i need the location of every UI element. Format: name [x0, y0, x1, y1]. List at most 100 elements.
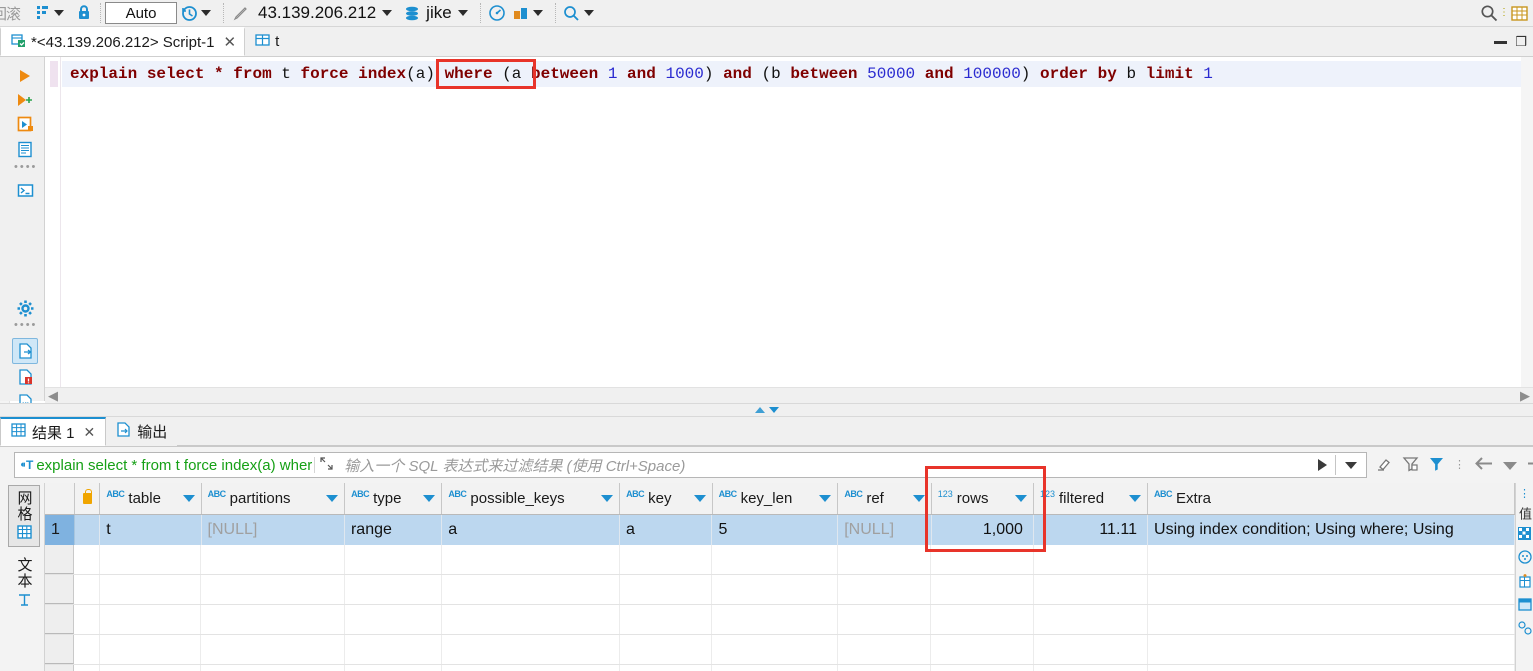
grid-header-type[interactable]: ABC type	[345, 483, 443, 514]
error-log-icon[interactable]	[12, 364, 38, 390]
grid-header-ref[interactable]: ABC ref	[838, 483, 932, 514]
results-grid[interactable]: ABC table ABC partitions ABC type ABC possible_…	[45, 483, 1515, 671]
chevron-down-icon[interactable]	[532, 10, 543, 16]
editor-tab-script-1[interactable]: *<43.139.206.212> Script-1 ✕	[0, 27, 246, 56]
chevron-down-icon[interactable]	[457, 10, 468, 16]
rollback-button[interactable]: 回滚	[0, 0, 30, 27]
grid-icon[interactable]	[1509, 2, 1529, 24]
cell-key_len[interactable]: 5	[712, 515, 839, 545]
dashboard-button[interactable]	[485, 0, 509, 27]
connection-selector[interactable]: 43.139.206.212	[252, 0, 400, 27]
chevron-down-icon[interactable]	[912, 495, 925, 502]
presentation-grid-button[interactable]: 网格	[8, 485, 40, 547]
scroll-left-icon[interactable]: ◀	[48, 388, 58, 404]
table-row[interactable]: 1 t [NULL] range a a 5 [NULL] 1,000 11.11 Using in…	[45, 515, 1515, 545]
lock-button[interactable]	[72, 0, 96, 27]
chevron-down-icon[interactable]	[1014, 495, 1027, 502]
terminal-icon[interactable]	[12, 177, 38, 203]
schema-selector[interactable]: jike	[400, 0, 476, 27]
chevron-down-icon[interactable]	[819, 495, 832, 502]
grid-header-table[interactable]: ABC table	[100, 483, 202, 514]
panel-icon[interactable]	[1517, 598, 1532, 614]
search-icon[interactable]	[1479, 2, 1499, 24]
grid-add-icon[interactable]	[1518, 574, 1532, 591]
grid-header-lock[interactable]	[75, 483, 101, 514]
row-number[interactable]: 1	[45, 515, 75, 545]
minimize-icon[interactable]	[1494, 40, 1508, 44]
transaction-mode-button[interactable]	[30, 0, 72, 27]
grid-header-Extra[interactable]: ABC Extra	[1148, 483, 1515, 514]
close-icon[interactable]: ✕	[223, 33, 236, 51]
chevron-down-icon[interactable]	[1128, 495, 1141, 502]
cell-ref[interactable]: [NULL]	[838, 515, 932, 545]
explain-plan-icon[interactable]	[12, 136, 38, 162]
back-icon[interactable]	[1474, 456, 1494, 474]
expand-icon[interactable]	[314, 457, 338, 473]
compare-button[interactable]	[509, 0, 551, 27]
commit-mode-combo[interactable]: Auto	[105, 2, 177, 24]
collapse-down-icon[interactable]	[768, 407, 779, 413]
forward-icon[interactable]	[1526, 456, 1533, 474]
filter-settings-icon[interactable]	[1428, 455, 1445, 475]
sql-editor[interactable]: explain select * from t force index(a) w…	[45, 57, 1533, 387]
commit-mode-value: Auto	[125, 4, 157, 22]
grid-header-filtered[interactable]: 123 filtered	[1034, 483, 1148, 514]
cell-rows[interactable]: 1,000	[932, 515, 1034, 545]
chevron-down-icon[interactable]	[1345, 461, 1357, 469]
settings-icon[interactable]	[12, 295, 38, 321]
settings-icon[interactable]	[1517, 621, 1532, 638]
cell-filtered[interactable]: 11.11	[1034, 515, 1149, 545]
close-icon[interactable]: ✕	[84, 424, 96, 441]
cell-table[interactable]: t	[100, 515, 202, 545]
calc-icon[interactable]	[1518, 527, 1531, 543]
cell-possible_keys[interactable]: a	[442, 515, 621, 545]
grid-header-rows[interactable]: 123 rows	[932, 483, 1034, 514]
execute-new-tab-icon[interactable]	[12, 111, 38, 137]
maximize-icon[interactable]: ❒	[1515, 34, 1527, 50]
toolbar-overflow-dots[interactable]: ⋮	[1499, 8, 1509, 18]
chevron-down-icon[interactable]	[54, 10, 64, 16]
empty-cell	[1034, 605, 1148, 634]
chevron-down-icon[interactable]	[583, 10, 594, 16]
apply-filter-icon[interactable]	[1318, 459, 1327, 471]
editor-tab-t[interactable]: t	[245, 27, 287, 56]
grid-header-partitions[interactable]: ABC partitions	[202, 483, 346, 514]
clear-filter-icon[interactable]	[1376, 455, 1393, 475]
panel-toggle-icon[interactable]: ⋮	[1519, 487, 1530, 500]
back-dropdown-icon[interactable]	[1503, 458, 1517, 473]
save-filter-icon[interactable]	[1402, 455, 1419, 475]
search-button[interactable]	[560, 0, 602, 27]
chevron-down-icon[interactable]	[601, 495, 614, 502]
export-data-icon[interactable]	[12, 338, 38, 364]
edit-connection-button[interactable]	[228, 0, 252, 27]
chart-icon[interactable]	[1517, 550, 1532, 567]
sql-code-line[interactable]: explain select * from t force index(a) w…	[62, 61, 1533, 87]
grid-header-key_len[interactable]: ABC key_len	[713, 483, 839, 514]
chevron-down-icon[interactable]	[182, 495, 195, 502]
transaction-log-button[interactable]	[177, 0, 219, 27]
execute-statement-icon[interactable]	[12, 63, 38, 89]
chevron-down-icon[interactable]	[423, 495, 436, 502]
cell-Extra[interactable]: Using index condition; Using where; Usin…	[1148, 515, 1515, 545]
chevron-down-icon[interactable]	[382, 10, 393, 16]
presentation-text-button[interactable]: 文本	[8, 557, 40, 610]
grid-header-possible_keys[interactable]: ABC possible_keys	[442, 483, 621, 514]
chevron-down-icon[interactable]	[201, 10, 211, 16]
result-tab-grid[interactable]: 结果 1 ✕	[0, 417, 107, 446]
editor-results-sash[interactable]	[0, 403, 1533, 417]
result-tab-output[interactable]: 输出	[106, 417, 177, 446]
editor-icon-rail: •••• ••••	[0, 57, 45, 410]
cell-key[interactable]: a	[620, 515, 713, 545]
filter-overflow-dots[interactable]: ⋮	[1454, 459, 1465, 470]
execute-script-icon[interactable]	[12, 87, 38, 113]
grid-header-key[interactable]: ABC key	[620, 483, 713, 514]
chevron-down-icon[interactable]	[693, 495, 706, 502]
chevron-down-icon[interactable]	[326, 495, 339, 502]
collapse-up-icon[interactable]	[754, 407, 765, 413]
editor-horizontal-scrollbar[interactable]: ◀ ▶	[45, 387, 1533, 403]
cell-type[interactable]: range	[345, 515, 443, 545]
scroll-right-icon[interactable]: ▶	[1520, 388, 1530, 404]
cell-partitions[interactable]: [NULL]	[202, 515, 345, 545]
filter-input-container[interactable]: ⁌T explain select * from t force index(a…	[14, 452, 1367, 478]
grid-icon	[16, 525, 32, 542]
